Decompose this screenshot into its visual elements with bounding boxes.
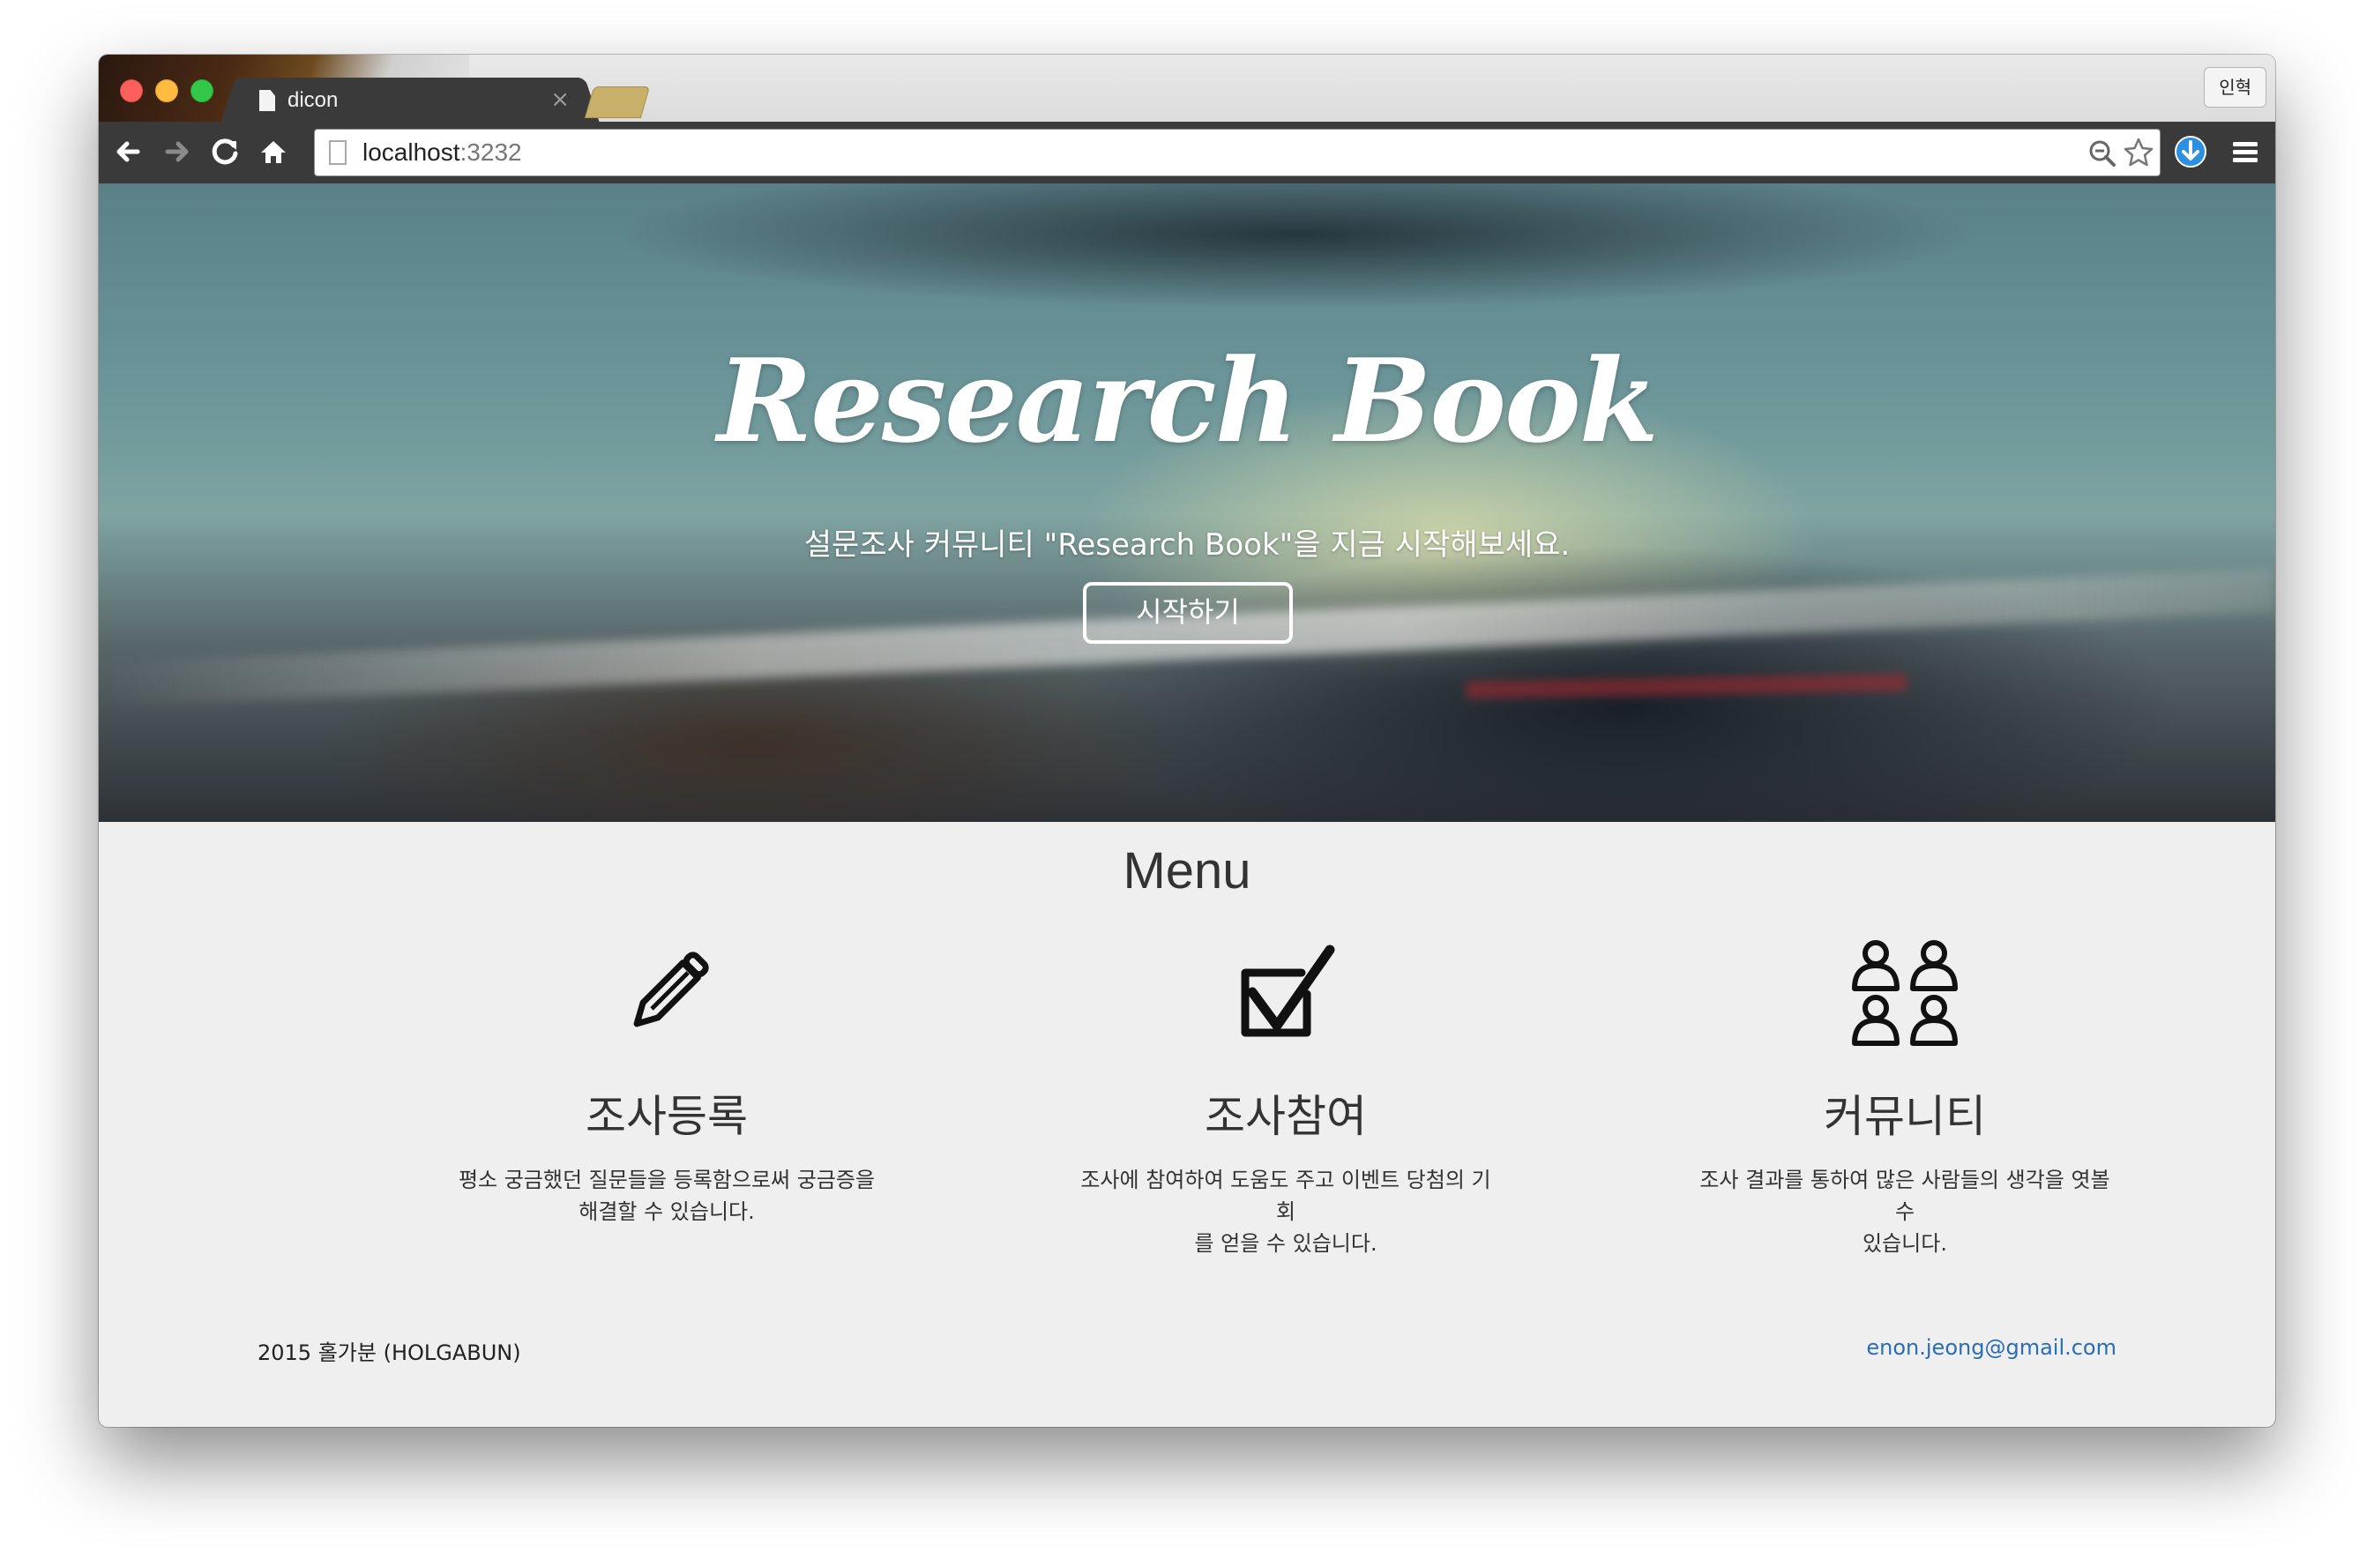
download-icon[interactable] <box>2173 134 2208 169</box>
menu-card-register[interactable]: 조사등록 평소 궁금했던 질문들을 등록함으로써 궁금증을 해결할 수 있습니다… <box>420 937 914 1228</box>
profile-button[interactable]: 인혁 <box>2204 67 2266 108</box>
menu-card-participate[interactable]: 조사참여 조사에 참여하여 도움도 주고 이벤트 당첨의 기회 를 얻을 수 있… <box>1039 937 1533 1259</box>
browser-tab[interactable]: dicon × <box>238 78 582 125</box>
browser-window: dicon × 인혁 localhost:3232 Research Book … <box>99 55 2275 1427</box>
checkbox-icon <box>1241 945 1335 1037</box>
card-description: 조사에 참여하여 도움도 주고 이벤트 당첨의 기회 를 얻을 수 있습니다. <box>1039 1164 1533 1259</box>
menu-hamburger-icon[interactable] <box>2228 134 2263 169</box>
home-icon[interactable] <box>256 134 291 169</box>
card-description-line: 해결할 수 있습니다. <box>579 1199 755 1224</box>
browser-toolbar: localhost:3232 <box>99 122 2275 183</box>
page-icon <box>259 90 275 111</box>
card-description-line: 조사에 참여하여 도움도 주고 이벤트 당첨의 기회 <box>1080 1168 1491 1224</box>
menu-section-title: Menu <box>1123 842 1251 900</box>
hero-title: Research Book <box>717 333 1659 468</box>
tab-title: dicon <box>287 88 339 112</box>
hero-subtitle: 설문조사 커뮤니티 "Research Book"을 지금 시작해보세요. <box>803 527 1571 563</box>
url-text[interactable]: localhost:3232 <box>362 138 522 167</box>
zoom-icon[interactable] <box>2087 138 2117 168</box>
people-icon <box>1852 940 1958 1046</box>
card-description-line: 를 얻을 수 있습니다. <box>1194 1231 1377 1256</box>
zoom-window-button[interactable] <box>190 79 213 102</box>
back-arrow-icon[interactable] <box>111 134 146 169</box>
start-button[interactable]: 시작하기 <box>1083 582 1293 644</box>
hero-section: Research Book 설문조사 커뮤니티 "Research Book"을… <box>99 183 2275 822</box>
card-description-line: 조사 결과를 통하여 많은 사람들의 생각을 엿볼 수 <box>1699 1168 2110 1224</box>
card-icon-wrap <box>1039 937 1533 1051</box>
url-port: :3232 <box>459 138 522 166</box>
hero-background-decoration <box>1465 673 1907 699</box>
url-host: localhost <box>362 138 460 166</box>
card-title: 커뮤니티 <box>1824 1091 1986 1142</box>
card-icon-wrap <box>1658 937 2152 1051</box>
card-title: 조사등록 <box>586 1091 748 1142</box>
forward-arrow-icon[interactable] <box>159 134 194 169</box>
card-description-line: 있습니다. <box>1863 1231 1947 1256</box>
new-tab-button[interactable] <box>584 86 651 118</box>
card-description: 평소 궁금했던 질문들을 등록함으로써 궁금증을 해결할 수 있습니다. <box>420 1164 914 1228</box>
address-bar[interactable]: localhost:3232 <box>314 129 2161 176</box>
card-description-line: 평소 궁금했던 질문들을 등록함으로써 궁금증을 <box>458 1168 876 1192</box>
tab-close-icon[interactable]: × <box>550 86 570 113</box>
bookmark-star-icon[interactable] <box>2123 137 2154 168</box>
menu-card-community[interactable]: 커뮤니티 조사 결과를 통하여 많은 사람들의 생각을 엿볼 수 있습니다. <box>1658 937 2152 1259</box>
close-window-button[interactable] <box>120 79 143 102</box>
pencil-icon <box>633 952 709 1027</box>
card-description: 조사 결과를 통하여 많은 사람들의 생각을 엿볼 수 있습니다. <box>1658 1164 2152 1259</box>
page-icon <box>329 140 347 165</box>
title-bar: dicon × 인혁 <box>99 55 2275 125</box>
reload-icon[interactable] <box>208 134 243 169</box>
card-icon-wrap <box>420 937 914 1051</box>
footer-copyright: 2015 홀가분 (HOLGABUN) <box>258 1340 521 1365</box>
card-title: 조사참여 <box>1205 1091 1367 1142</box>
minimize-window-button[interactable] <box>155 79 178 102</box>
footer-email-link[interactable]: enon.jeong@gmail.com <box>1866 1335 2116 1360</box>
